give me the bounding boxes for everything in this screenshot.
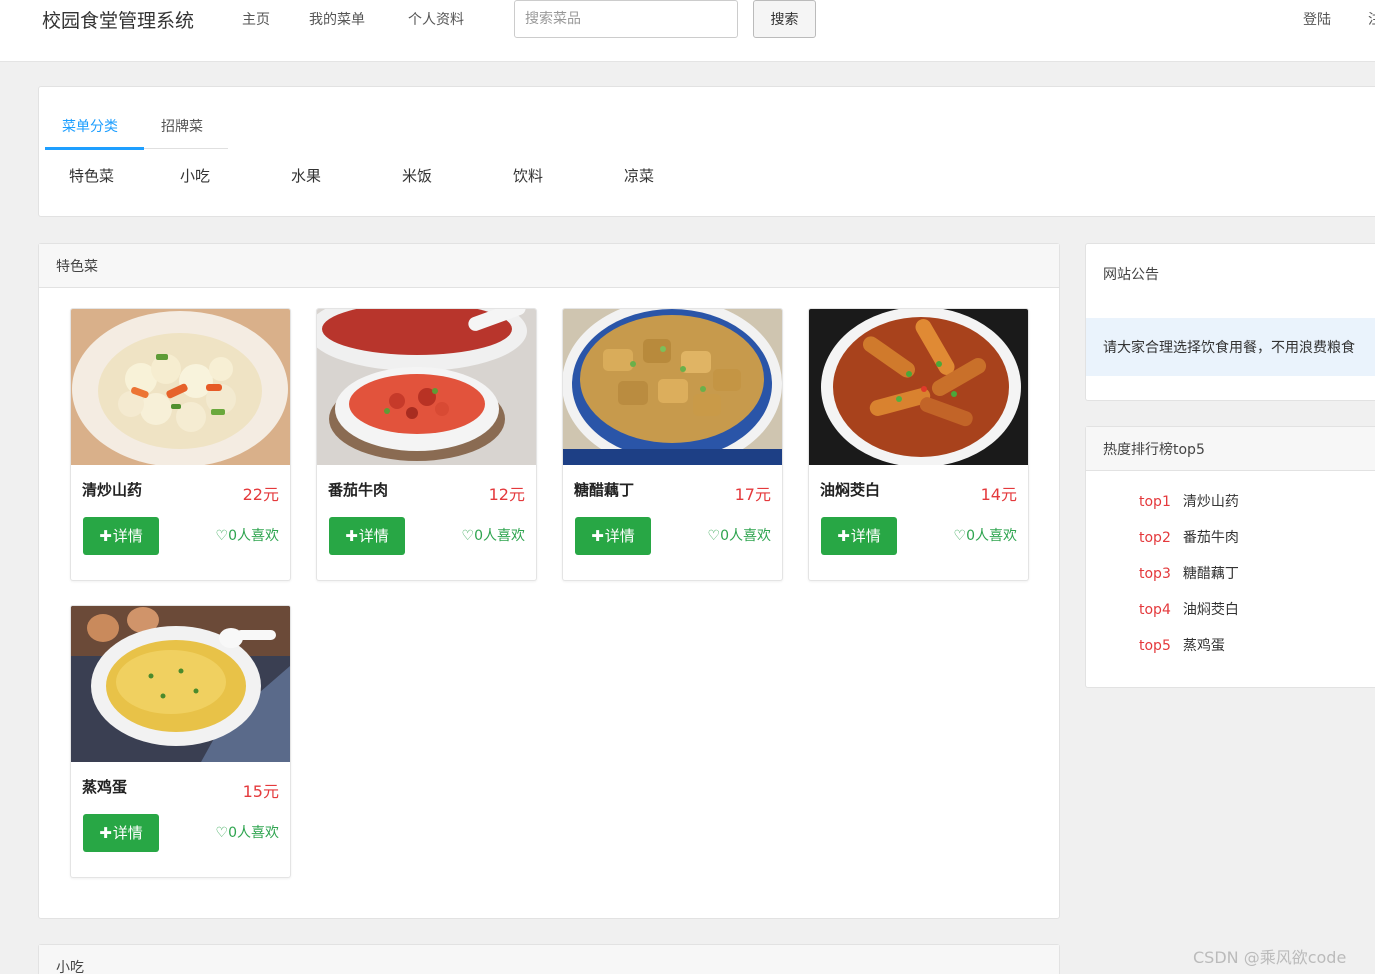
panel-header: 小吃 [39, 945, 1059, 974]
dish-name: 清炒山药 [82, 481, 143, 499]
featured-dishes-panel: 特色菜 清炒山药 22元 ✚详情 ♡0人喜欢 番茄牛肉 12元 ✚详情 ♡0人喜… [38, 243, 1060, 919]
like-button[interactable]: ♡0人喜欢 [462, 525, 525, 545]
panel-title: 小吃 [56, 960, 84, 974]
heart-icon: ♡ [215, 528, 229, 544]
dish-price: 22元 [242, 485, 279, 504]
ranking-panel: 热度排行榜top5 top1 清炒山药 top2 番茄牛肉 top3 糖醋藕丁 top… [1085, 426, 1375, 688]
dish-card: 油焖茭白 14元 ✚详情 ♡0人喜欢 [808, 308, 1029, 581]
detail-button[interactable]: ✚详情 [83, 517, 159, 555]
dish-name: 糖醋藕丁 [574, 481, 635, 499]
heart-icon: ♡ [215, 825, 229, 841]
top-navbar: 校园食堂管理系统 主页 我的菜单 个人资料 搜索 登陆 注 [0, 0, 1375, 62]
dish-price: 14元 [980, 485, 1017, 504]
notice-panel: 网站公告 请大家合理选择饮食用餐，不用浪费粮食 [1085, 243, 1375, 401]
like-button[interactable]: ♡0人喜欢 [216, 822, 279, 842]
search-button[interactable]: 搜索 [753, 0, 816, 38]
panel-title: 特色菜 [56, 259, 98, 275]
dish-card: 清炒山药 22元 ✚详情 ♡0人喜欢 [70, 308, 291, 581]
steamed-egg-photo[interactable] [71, 606, 290, 762]
category-link[interactable]: 米饭 [402, 165, 432, 186]
stir-fried-yam-photo[interactable] [71, 309, 290, 465]
plus-icon: ✚ [99, 527, 112, 545]
nav-home-link[interactable]: 主页 [242, 9, 270, 29]
site-brand[interactable]: 校园食堂管理系统 [42, 6, 194, 33]
detail-button[interactable]: ✚详情 [575, 517, 651, 555]
ranking-item[interactable]: top5 蒸鸡蛋 [1139, 635, 1225, 655]
panel-header: 特色菜 [39, 244, 1059, 288]
plus-icon: ✚ [591, 527, 604, 545]
like-button[interactable]: ♡0人喜欢 [954, 525, 1017, 545]
dish-price: 17元 [734, 485, 771, 504]
register-link[interactable]: 注 [1368, 9, 1375, 29]
ranking-item[interactable]: top3 糖醋藕丁 [1139, 563, 1239, 583]
dish-price: 12元 [488, 485, 525, 504]
like-button[interactable]: ♡0人喜欢 [708, 525, 771, 545]
dish-card: 糖醋藕丁 17元 ✚详情 ♡0人喜欢 [562, 308, 783, 581]
csdn-watermark: CSDN @乘风欲code [1193, 948, 1347, 967]
snacks-panel: 小吃 [38, 944, 1060, 974]
dish-card: 蒸鸡蛋 15元 ✚详情 ♡0人喜欢 [70, 605, 291, 878]
ranking-item[interactable]: top1 清炒山药 [1139, 491, 1239, 511]
ranking-item[interactable]: top4 油焖茭白 [1139, 599, 1239, 619]
category-link[interactable]: 特色菜 [69, 165, 114, 186]
category-link[interactable]: 凉菜 [624, 165, 654, 186]
category-link[interactable]: 饮料 [513, 165, 543, 186]
tomato-beef-photo[interactable] [317, 309, 536, 465]
plus-icon: ✚ [99, 824, 112, 842]
dish-price: 15元 [242, 782, 279, 801]
heart-icon: ♡ [953, 528, 967, 544]
panel-header: 热度排行榜top5 [1086, 427, 1375, 471]
dish-name: 蒸鸡蛋 [82, 778, 128, 796]
tab-menu-categories[interactable]: 菜单分类 [62, 116, 118, 136]
dish-name: 番茄牛肉 [328, 481, 389, 499]
search-input[interactable] [514, 0, 738, 38]
sweet-sour-lotus-photo[interactable] [563, 309, 782, 465]
detail-button[interactable]: ✚详情 [821, 517, 897, 555]
nav-my-menu-link[interactable]: 我的菜单 [309, 9, 365, 29]
dish-card: 番茄牛肉 12元 ✚详情 ♡0人喜欢 [316, 308, 537, 581]
tab-signature-dishes[interactable]: 招牌菜 [161, 116, 203, 136]
notice-text: 请大家合理选择饮食用餐，不用浪费粮食 [1086, 318, 1375, 376]
like-button[interactable]: ♡0人喜欢 [216, 525, 279, 545]
heart-icon: ♡ [707, 528, 721, 544]
login-link[interactable]: 登陆 [1303, 9, 1331, 29]
ranking-item[interactable]: top2 番茄牛肉 [1139, 527, 1239, 547]
panel-title: 网站公告 [1103, 267, 1159, 283]
category-link[interactable]: 水果 [291, 165, 321, 186]
dish-name: 油焖茭白 [820, 481, 881, 499]
detail-button[interactable]: ✚详情 [83, 814, 159, 852]
detail-button[interactable]: ✚详情 [329, 517, 405, 555]
panel-title: 热度排行榜top5 [1103, 442, 1205, 458]
active-tab-indicator [45, 147, 144, 150]
plus-icon: ✚ [345, 527, 358, 545]
nav-profile-link[interactable]: 个人资料 [408, 9, 464, 29]
category-panel: 菜单分类 招牌菜 特色菜 小吃 水果 米饭 饮料 凉菜 [38, 86, 1375, 217]
heart-icon: ♡ [461, 528, 475, 544]
plus-icon: ✚ [837, 527, 850, 545]
braised-water-bamboo-photo[interactable] [809, 309, 1028, 465]
category-link[interactable]: 小吃 [180, 165, 210, 186]
